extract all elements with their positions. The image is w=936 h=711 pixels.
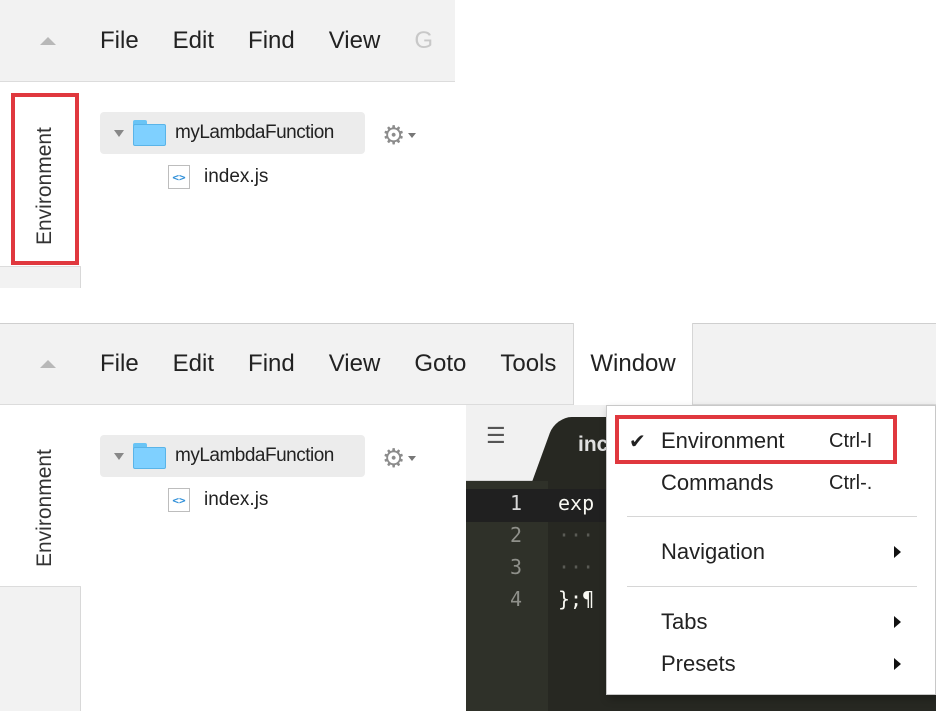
- gear-icon: ⚙: [382, 443, 406, 473]
- tree-root-folder[interactable]: myLambdaFunction: [100, 112, 365, 154]
- menu-edit[interactable]: Edit: [156, 0, 231, 81]
- code-line: ···: [558, 555, 595, 579]
- code-line: };¶: [558, 587, 595, 611]
- menu-item-tabs[interactable]: Tabs: [607, 601, 936, 643]
- active-line-gutter: [466, 489, 548, 522]
- menu-find[interactable]: Find: [231, 0, 312, 81]
- caret-down-icon: [408, 132, 417, 138]
- collapse-menu-button[interactable]: [0, 0, 95, 81]
- submenu-arrow-icon: [894, 616, 901, 628]
- menu-item-label: Presets: [661, 651, 736, 676]
- expand-arrow-icon[interactable]: [114, 452, 124, 460]
- menu-view[interactable]: View: [312, 0, 398, 81]
- tree-settings-button[interactable]: ⚙: [382, 120, 417, 150]
- menu-item-navigation[interactable]: Navigation: [607, 531, 936, 573]
- file-label: index.js: [204, 166, 269, 187]
- tab-list-icon[interactable]: ☰: [486, 423, 506, 449]
- menu-bar: File Edit Find View G: [0, 0, 455, 82]
- menu-item-presets[interactable]: Presets: [607, 643, 936, 685]
- highlight-box-environment-tab: [11, 93, 79, 265]
- editor-tab-label[interactable]: inc: [578, 433, 608, 457]
- folder-label: myLambdaFunction: [175, 122, 334, 143]
- shortcut-label: Ctrl-.: [829, 471, 873, 494]
- menu-goto-cut[interactable]: G: [397, 0, 450, 81]
- submenu-arrow-icon: [894, 546, 901, 558]
- triangle-up-icon: [39, 36, 56, 45]
- menu-item-label: Navigation: [661, 539, 765, 564]
- line-number: 3: [509, 555, 522, 579]
- line-number: 1: [509, 491, 522, 515]
- js-file-icon: <>: [168, 488, 190, 512]
- expand-arrow-icon[interactable]: [114, 129, 124, 137]
- line-gutter: 1 2 3 4: [466, 481, 548, 711]
- environment-tree: myLambdaFunction ⚙ <> index.js: [82, 82, 455, 288]
- js-file-icon: <>: [168, 165, 190, 189]
- folder-icon: [133, 443, 166, 469]
- menu-file[interactable]: File: [95, 324, 156, 404]
- menu-edit[interactable]: Edit: [156, 324, 231, 404]
- submenu-arrow-icon: [894, 658, 901, 670]
- caret-down-icon: [408, 455, 417, 461]
- triangle-up-icon: [39, 360, 56, 368]
- file-label: index.js: [204, 489, 269, 510]
- menu-file[interactable]: File: [95, 0, 156, 81]
- tree-settings-button[interactable]: ⚙: [382, 443, 417, 473]
- menu-item-label: Commands: [661, 470, 774, 495]
- environment-side-tab[interactable]: Environment: [0, 405, 81, 587]
- menu-separator: [627, 586, 917, 587]
- tree-root-folder[interactable]: myLambdaFunction: [100, 435, 365, 477]
- highlight-box-environment-menu-item: [615, 415, 897, 464]
- menu-bar: File Edit Find View Goto Tools Window: [0, 323, 936, 405]
- menu-view[interactable]: View: [312, 324, 398, 404]
- menu-find[interactable]: Find: [231, 324, 312, 404]
- folder-icon: [133, 120, 166, 146]
- line-number: 2: [509, 523, 522, 547]
- menu-item-label: Tabs: [661, 609, 708, 634]
- side-rail: Environment: [0, 405, 81, 711]
- menu-item-commands[interactable]: Commands Ctrl-.: [607, 462, 936, 504]
- tree-file-item[interactable]: <> index.js: [168, 488, 268, 512]
- folder-label: myLambdaFunction: [175, 445, 334, 466]
- tree-file-item[interactable]: <> index.js: [168, 165, 268, 189]
- menu-goto[interactable]: Goto: [397, 324, 483, 404]
- gear-icon: ⚙: [382, 120, 406, 150]
- environment-tab-label: Environment: [33, 449, 56, 567]
- code-line: ···: [558, 523, 595, 547]
- menu-window[interactable]: Window: [573, 323, 693, 405]
- line-number: 4: [509, 587, 522, 611]
- environment-tree: myLambdaFunction ⚙ <> index.js: [82, 405, 466, 711]
- code-line: exp: [558, 491, 595, 515]
- collapse-menu-button[interactable]: [0, 324, 95, 404]
- menu-separator: [627, 516, 917, 517]
- menu-tools[interactable]: Tools: [483, 324, 573, 404]
